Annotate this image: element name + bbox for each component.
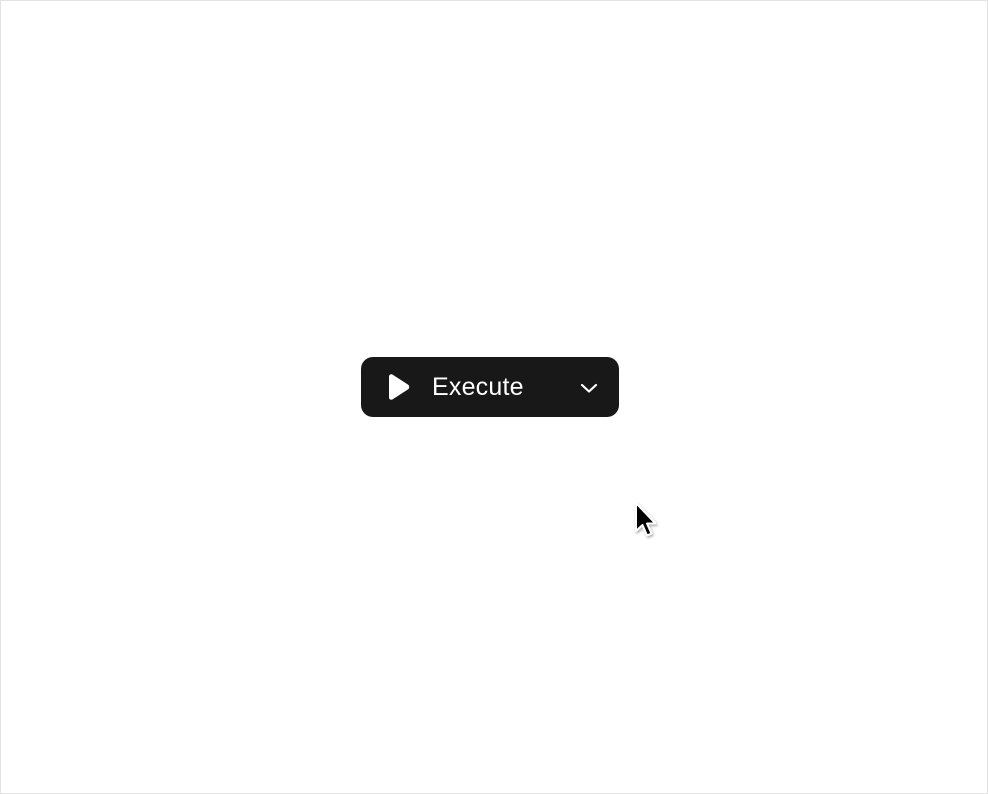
execute-label: Execute [432, 372, 524, 401]
execute-button[interactable]: Execute [361, 357, 565, 417]
execute-split-button[interactable]: Execute [361, 357, 619, 417]
play-icon [385, 373, 411, 401]
chevron-down-icon [579, 381, 599, 393]
canvas: Execute [0, 0, 988, 794]
arrow-cursor-icon [634, 501, 660, 541]
execute-options-toggle[interactable] [565, 357, 619, 417]
